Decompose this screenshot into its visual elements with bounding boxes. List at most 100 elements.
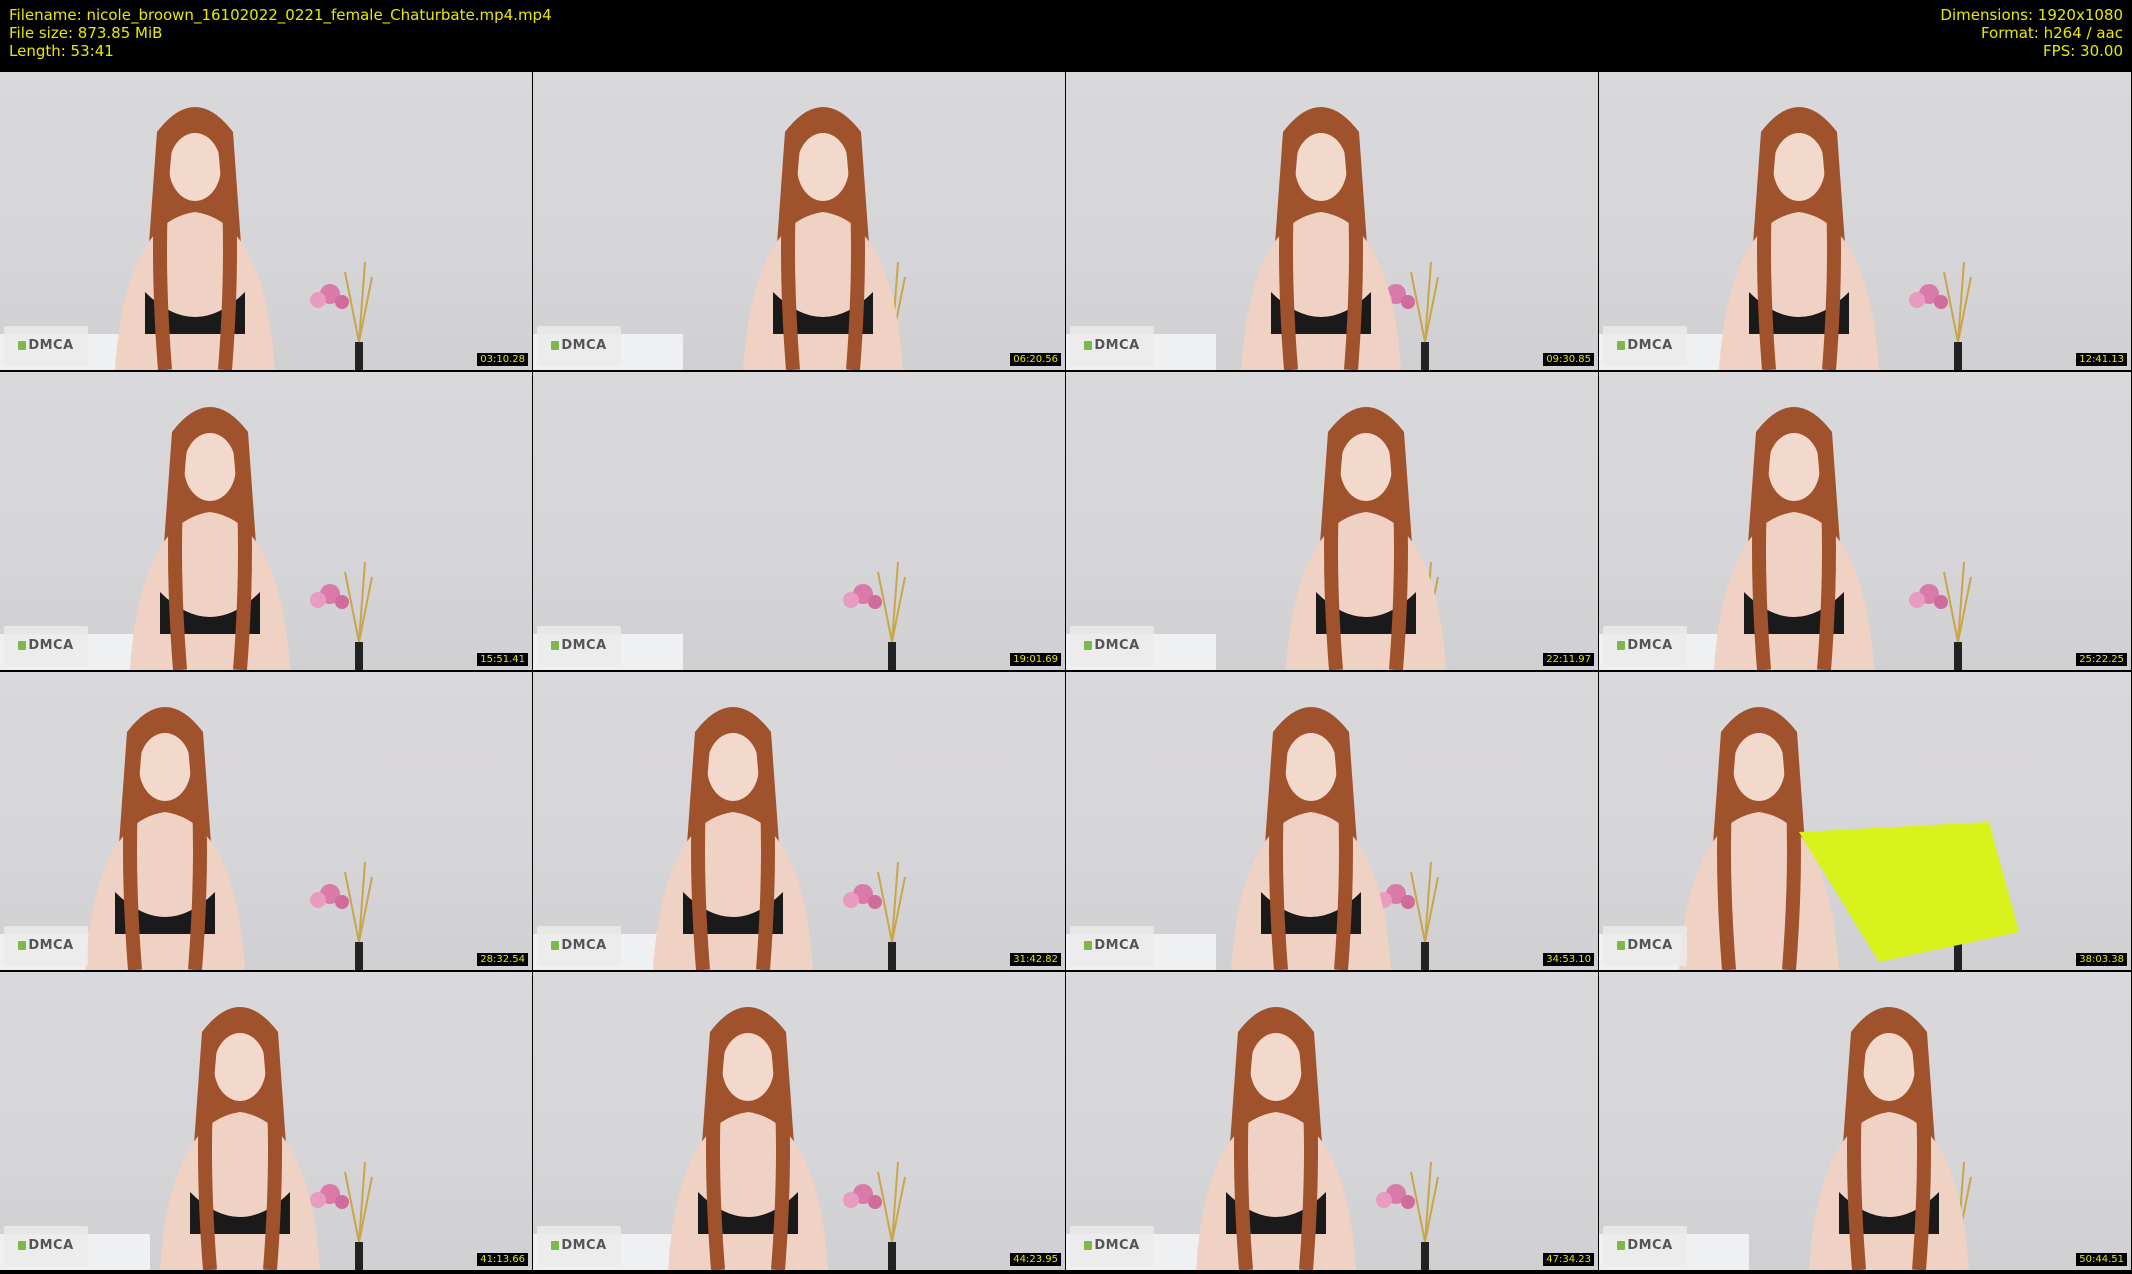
lock-icon	[18, 341, 27, 350]
metadata-header: Filename: nicole_broown_16102022_0221_fe…	[0, 0, 2132, 72]
dmca-watermark: DMCA	[1070, 626, 1154, 666]
watermark-text: DMCA	[1094, 638, 1140, 653]
video-thumbnail: DMCA 38:03.38	[1599, 672, 2131, 970]
watermark-text: DMCA	[1627, 338, 1673, 353]
contact-sheet: Filename: nicole_broown_16102022_0221_fe…	[0, 0, 2132, 1274]
dmca-watermark: DMCA	[537, 1226, 621, 1266]
dmca-watermark: DMCA	[4, 926, 88, 966]
video-thumbnail: DMCA 50:44.51	[1599, 972, 2131, 1270]
timestamp-label: 09:30.85	[1543, 353, 1594, 366]
dmca-watermark: DMCA	[537, 626, 621, 666]
dmca-watermark: DMCA	[537, 326, 621, 366]
dimensions-label: Dimensions: 1920x1080	[1940, 6, 2123, 24]
filename-label: Filename: nicole_broown_16102022_0221_fe…	[9, 6, 552, 24]
person-figure	[1714, 407, 1874, 670]
person-figure	[85, 707, 245, 970]
timestamp-label: 50:44.51	[2076, 1253, 2127, 1266]
flowers-decor	[1909, 561, 1972, 670]
video-thumbnail: DMCA 12:41.13	[1599, 72, 2131, 370]
video-thumbnail: DMCA 34:53.10	[1066, 672, 1598, 970]
video-thumbnail: DMCA 09:30.85	[1066, 72, 1598, 370]
person-figure	[160, 1007, 320, 1270]
dmca-watermark: DMCA	[1603, 326, 1687, 366]
length-label: Length: 53:41	[9, 42, 114, 60]
format-label: Format: h264 / aac	[1980, 24, 2123, 42]
watermark-text: DMCA	[561, 638, 607, 653]
lock-icon	[1084, 341, 1093, 350]
person-figure	[1679, 707, 2019, 970]
video-thumbnail: DMCA 15:51.41	[0, 372, 532, 670]
person-figure	[1719, 107, 1879, 370]
video-thumbnail: DMCA 03:10.28	[0, 72, 532, 370]
lock-icon	[1084, 941, 1093, 950]
watermark-text: DMCA	[561, 938, 607, 953]
flowers-decor	[843, 561, 906, 670]
flowers-decor	[310, 261, 373, 370]
timestamp-label: 03:10.28	[477, 353, 528, 366]
watermark-text: DMCA	[1094, 1238, 1140, 1253]
person-figure	[743, 107, 903, 370]
flowers-decor	[310, 861, 373, 970]
timestamp-label: 15:51.41	[477, 653, 528, 666]
lock-icon	[551, 641, 560, 650]
dmca-watermark: DMCA	[1603, 1226, 1687, 1266]
video-thumbnail: DMCA 31:42.82	[533, 672, 1065, 970]
thumbnail-grid: DMCA 03:10.28 DMCA 06:20.56 DMCA 09:30.85 DMCA…	[0, 72, 2132, 1274]
dmca-watermark: DMCA	[1603, 926, 1687, 966]
timestamp-label: 22:11.97	[1543, 653, 1594, 666]
dmca-watermark: DMCA	[4, 626, 88, 666]
lock-icon	[1617, 941, 1626, 950]
video-thumbnail: DMCA 28:32.54	[0, 672, 532, 970]
lock-icon	[551, 341, 560, 350]
person-figure	[653, 707, 813, 970]
watermark-text: DMCA	[28, 638, 74, 653]
dmca-watermark: DMCA	[4, 326, 88, 366]
timestamp-label: 41:13.66	[477, 1253, 528, 1266]
watermark-text: DMCA	[28, 1238, 74, 1253]
person-figure	[1809, 1007, 1969, 1270]
timestamp-label: 47:34.23	[1543, 1253, 1594, 1266]
video-thumbnail: DMCA 47:34.23	[1066, 972, 1598, 1270]
watermark-text: DMCA	[561, 1238, 607, 1253]
flowers-decor	[310, 1161, 373, 1270]
video-thumbnail: DMCA 44:23.95	[533, 972, 1065, 1270]
flowers-decor	[1376, 1161, 1439, 1270]
timestamp-label: 44:23.95	[1010, 1253, 1061, 1266]
person-figure	[1286, 407, 1446, 670]
timestamp-label: 34:53.10	[1543, 953, 1594, 966]
metadata-left: Filename: nicole_broown_16102022_0221_fe…	[9, 6, 552, 60]
dmca-watermark: DMCA	[537, 926, 621, 966]
person-figure	[1231, 707, 1391, 970]
lock-icon	[1084, 641, 1093, 650]
lock-icon	[18, 941, 27, 950]
watermark-text: DMCA	[1627, 638, 1673, 653]
video-thumbnail: DMCA 19:01.69	[533, 372, 1065, 670]
watermark-text: DMCA	[561, 338, 607, 353]
timestamp-label: 28:32.54	[477, 953, 528, 966]
watermark-text: DMCA	[1094, 338, 1140, 353]
lock-icon	[18, 641, 27, 650]
person-figure	[115, 107, 275, 370]
lock-icon	[18, 1241, 27, 1250]
dmca-watermark: DMCA	[1070, 926, 1154, 966]
watermark-text: DMCA	[28, 338, 74, 353]
timestamp-label: 06:20.56	[1010, 353, 1061, 366]
video-thumbnail: DMCA 41:13.66	[0, 972, 532, 1270]
filesize-label: File size: 873.85 MiB	[9, 24, 163, 42]
dmca-watermark: DMCA	[1070, 1226, 1154, 1266]
lock-icon	[551, 1241, 560, 1250]
fps-label: FPS: 30.00	[2043, 42, 2123, 60]
metadata-right: Dimensions: 1920x1080 Format: h264 / aac…	[1940, 6, 2123, 60]
timestamp-label: 25:22.25	[2076, 653, 2127, 666]
video-thumbnail: DMCA 25:22.25	[1599, 372, 2131, 670]
watermark-text: DMCA	[1627, 1238, 1673, 1253]
flowers-decor	[1909, 261, 1972, 370]
watermark-text: DMCA	[28, 938, 74, 953]
timestamp-label: 38:03.38	[2076, 953, 2127, 966]
lock-icon	[1617, 341, 1626, 350]
flowers-decor	[310, 561, 373, 670]
person-figure	[668, 1007, 828, 1270]
person-figure	[1241, 107, 1401, 370]
lock-icon	[1617, 1241, 1626, 1250]
lock-icon	[1084, 1241, 1093, 1250]
